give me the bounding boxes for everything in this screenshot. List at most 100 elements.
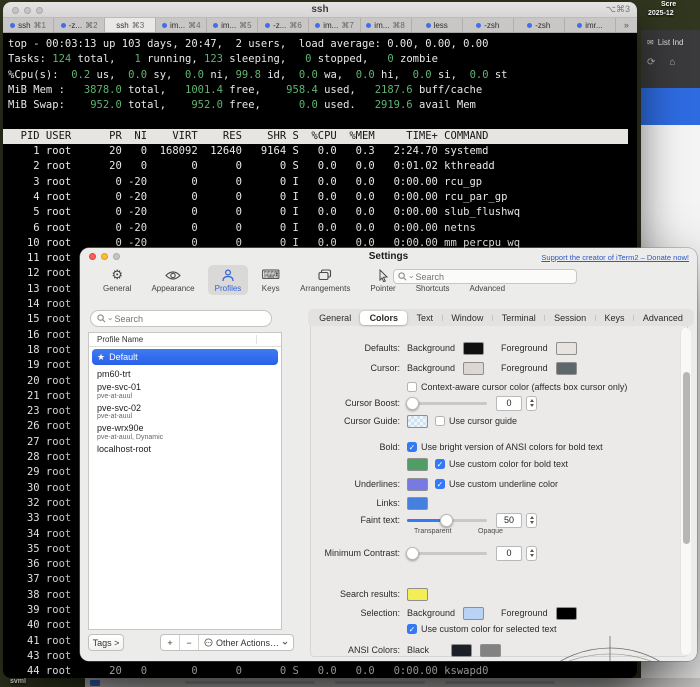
toolbar-item-profiles[interactable]: Profiles xyxy=(208,265,249,295)
toolbar-item-arrangements[interactable]: Arrangements xyxy=(293,265,357,295)
tab-label: ssh xyxy=(116,21,128,30)
search-results-color-well[interactable] xyxy=(407,588,428,601)
tab-window[interactable]: Window xyxy=(442,311,492,325)
selection-foreground-color-well[interactable] xyxy=(556,607,577,620)
zoom-button[interactable] xyxy=(36,7,43,14)
terminal-tab[interactable]: -z...⌘6 xyxy=(258,18,309,32)
tags-button[interactable]: Tags > xyxy=(88,634,124,651)
terminal-tab[interactable]: less xyxy=(412,18,463,32)
underline-color-well[interactable] xyxy=(407,478,428,491)
faint-text-label: Faint text: xyxy=(310,515,407,525)
faint-text-value[interactable]: 50 xyxy=(496,513,522,528)
tab-keys[interactable]: Keys xyxy=(595,311,633,325)
close-button[interactable] xyxy=(12,7,19,14)
faint-text-slider[interactable] xyxy=(407,514,487,527)
cursor-boost-stepper[interactable] xyxy=(526,396,537,411)
custom-underline-checkbox[interactable]: ✓ xyxy=(435,479,445,489)
default-foreground-color-well[interactable] xyxy=(556,342,577,355)
bright-bold-checkbox[interactable]: ✓ xyxy=(407,442,417,452)
profile-row[interactable]: pve-svc-02pve-at-auul xyxy=(89,401,281,422)
terminal-titlebar[interactable]: ssh ⌥⌘3 xyxy=(3,2,637,18)
toolbar-item-appearance[interactable]: Appearance xyxy=(144,265,201,295)
profile-name: pve-svc-01 xyxy=(97,382,275,392)
terminal-tab[interactable]: -zsh xyxy=(463,18,514,32)
gear-icon: ⚙ xyxy=(111,267,123,283)
tab-text[interactable]: Text xyxy=(407,311,442,325)
tab-advanced[interactable]: Advanced xyxy=(634,311,692,325)
tab-session[interactable]: Session xyxy=(545,311,595,325)
ansi-black-normal-color-well[interactable] xyxy=(451,644,472,657)
settings-search-field[interactable] xyxy=(393,269,577,284)
terminal-tab[interactable]: im...⌘5 xyxy=(207,18,258,32)
selection-background-color-well[interactable] xyxy=(463,607,484,620)
settings-search-input[interactable] xyxy=(416,272,573,282)
profile-name: pve-wrx90e xyxy=(97,423,275,433)
faint-text-stepper[interactable] xyxy=(526,513,537,528)
minimize-button[interactable] xyxy=(24,7,31,14)
cursor-boost-value[interactable]: 0 xyxy=(496,396,522,411)
minimum-contrast-value[interactable]: 0 xyxy=(496,546,522,561)
process-row: 2 root 20 0 0 0 0 S 0.0 0.0 0:01.02 kthr… xyxy=(3,159,637,174)
terminal-window-shortcut: ⌥⌘3 xyxy=(606,4,630,15)
donate-link[interactable]: Support the creator of iTerm2 – Donate n… xyxy=(541,253,689,262)
home-icon[interactable]: ⌂ xyxy=(669,57,675,68)
add-profile-button[interactable]: + xyxy=(161,635,180,650)
ansi-black-bright-color-well[interactable] xyxy=(480,644,501,657)
cursor-boost-label: Cursor Boost: xyxy=(310,398,407,408)
process-row: 3 root 0 -20 0 0 0 I 0.0 0.0 0:00.00 rcu… xyxy=(3,175,637,190)
profile-row[interactable]: localhost-root xyxy=(89,442,281,455)
links-color-well[interactable] xyxy=(407,497,428,510)
zoom-button[interactable] xyxy=(113,253,120,260)
close-button[interactable] xyxy=(89,253,96,260)
profile-row[interactable]: pve-wrx90epve-at-auul, Dynamic xyxy=(89,421,281,442)
tab-terminal[interactable]: Terminal xyxy=(493,311,545,325)
terminal-tab[interactable]: ssh⌘1 xyxy=(3,18,54,32)
custom-selected-text-checkbox[interactable]: ✓ xyxy=(407,624,417,634)
default-background-color-well[interactable] xyxy=(463,342,484,355)
cursor-guide-label: Cursor Guide: xyxy=(310,416,407,426)
bold-color-well[interactable] xyxy=(407,458,428,471)
cursor-foreground-color-well[interactable] xyxy=(556,362,577,375)
scrollbar-thumb[interactable] xyxy=(683,372,690,544)
terminal-tab[interactable]: -zsh xyxy=(514,18,565,32)
settings-titlebar[interactable]: Settings Support the creator of iTerm2 –… xyxy=(80,248,697,266)
profile-row[interactable]: pm60-trt xyxy=(89,367,281,380)
cursor-guide-color-well[interactable] xyxy=(407,415,428,428)
slider-knob[interactable] xyxy=(440,514,453,527)
terminal-tab[interactable]: im...⌘8 xyxy=(361,18,412,32)
slider-knob[interactable] xyxy=(406,547,419,560)
use-cursor-guide-checkbox[interactable]: ✓ xyxy=(435,416,445,426)
other-actions-menu[interactable]: Other Actions… xyxy=(199,635,293,650)
top-summary-line: MiB Swap: 952.0 total, 952.0 free, 0.0 u… xyxy=(3,98,637,113)
terminal-tab[interactable]: -z...⌘2 xyxy=(54,18,105,32)
tab-colors[interactable]: Colors xyxy=(360,311,407,325)
toolbar-item-keys[interactable]: ⌨Keys xyxy=(254,265,287,295)
toolbar-item-label: General xyxy=(103,284,131,293)
cursor-background-color-well[interactable] xyxy=(463,362,484,375)
profile-row[interactable]: ★Default xyxy=(92,349,278,365)
toolbar-item-general[interactable]: ⚙General xyxy=(96,265,138,295)
bold-label: Bold: xyxy=(310,442,407,452)
tab-overflow-chevron-icon[interactable]: » xyxy=(616,18,637,32)
minimum-contrast-stepper[interactable] xyxy=(526,546,537,561)
profile-search-input[interactable] xyxy=(114,314,265,324)
terminal-tab[interactable]: im...⌘7 xyxy=(309,18,360,32)
search-icon xyxy=(398,272,407,281)
cursor-boost-slider[interactable] xyxy=(407,397,487,410)
terminal-tab[interactable]: ssh⌘3 xyxy=(105,18,156,32)
custom-bold-color-checkbox[interactable]: ✓ xyxy=(435,459,445,469)
remove-profile-button[interactable]: − xyxy=(180,635,199,650)
minimum-contrast-slider[interactable] xyxy=(407,547,487,560)
profile-row[interactable]: pve-svc-01pve-at-auul xyxy=(89,380,281,401)
color-wheel-partial[interactable] xyxy=(528,636,693,661)
profile-search-field[interactable] xyxy=(90,310,272,327)
minimize-button[interactable] xyxy=(101,253,108,260)
terminal-tab[interactable]: imr... xyxy=(565,18,616,32)
terminal-tab[interactable]: im...⌘4 xyxy=(156,18,207,32)
slider-knob[interactable] xyxy=(406,397,419,410)
context-aware-cursor-checkbox[interactable]: ✓ xyxy=(407,382,417,392)
tab-general[interactable]: General xyxy=(310,311,360,325)
scrollbar[interactable] xyxy=(680,328,691,655)
tab-label: less xyxy=(434,21,448,30)
refresh-icon[interactable]: ⟳ xyxy=(647,57,655,68)
